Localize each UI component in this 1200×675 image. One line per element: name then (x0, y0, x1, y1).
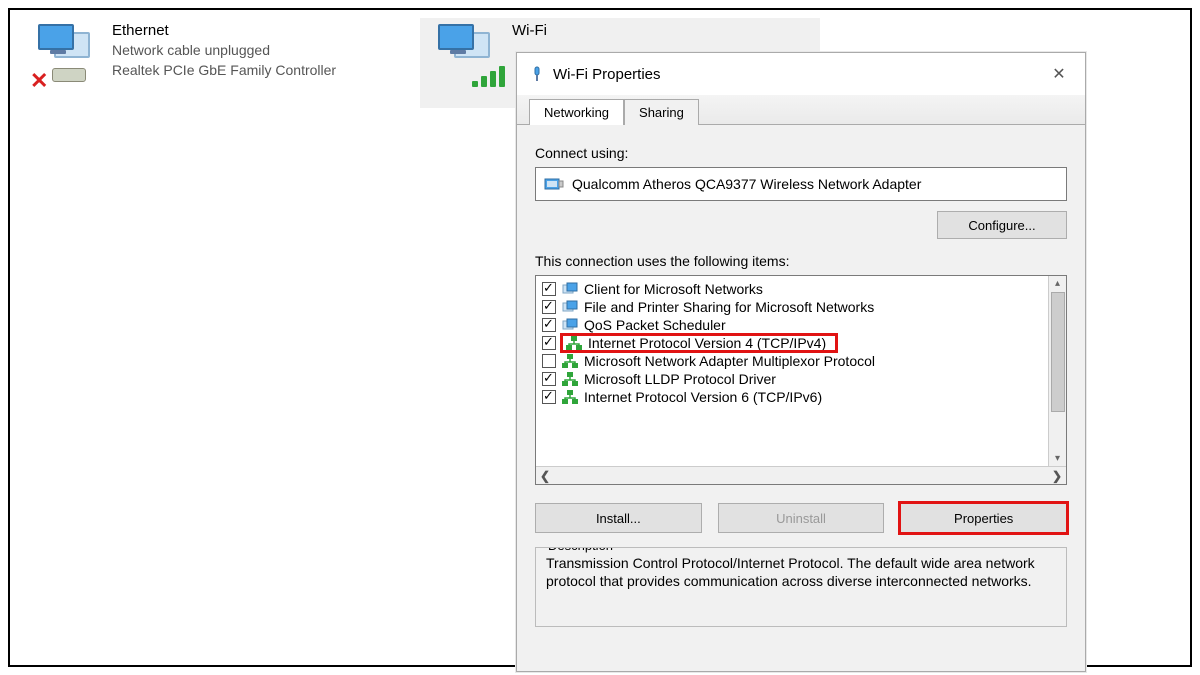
adapter-status: Network cable unplugged (112, 41, 336, 61)
connect-using-label: Connect using: (535, 145, 1067, 161)
wifi-icon (424, 20, 504, 80)
disconnected-icon: ✕ (30, 68, 48, 94)
ethernet-icon: ✕ (24, 20, 104, 80)
adapter-select-box[interactable]: Qualcomm Atheros QCA9377 Wireless Networ… (535, 167, 1067, 201)
tab-sharing[interactable]: Sharing (624, 99, 699, 125)
network-item[interactable]: QoS Packet Scheduler (538, 316, 1064, 334)
service-icon (562, 318, 578, 332)
close-button[interactable]: ✕ (1041, 61, 1077, 87)
item-label: QoS Packet Scheduler (584, 317, 732, 333)
item-label: File and Printer Sharing for Microsoft N… (584, 299, 880, 315)
dialog-tabs: Networking Sharing (517, 95, 1085, 125)
network-item[interactable]: Internet Protocol Version 4 (TCP/IPv4) (538, 334, 1064, 352)
scroll-left-icon: ❮ (540, 469, 550, 483)
configure-button[interactable]: Configure... (937, 211, 1067, 239)
item-label: Microsoft LLDP Protocol Driver (584, 371, 782, 387)
dialog-title: Wi-Fi Properties (553, 66, 1033, 83)
network-item[interactable]: Microsoft LLDP Protocol Driver (538, 370, 1064, 388)
protocol-icon (562, 354, 578, 368)
item-checkbox[interactable] (542, 318, 556, 332)
item-checkbox[interactable] (542, 300, 556, 314)
scroll-right-icon: ❯ (1052, 469, 1062, 483)
description-text: Transmission Control Protocol/Internet P… (546, 554, 1056, 590)
network-adapter-icon (529, 66, 545, 82)
protocol-icon (562, 372, 578, 386)
adapter-ethernet[interactable]: ✕ Ethernet Network cable unplugged Realt… (20, 18, 420, 82)
description-legend: Description (544, 547, 617, 553)
adapter-title: Ethernet (112, 20, 336, 41)
protocol-icon (566, 336, 582, 350)
vertical-scrollbar[interactable]: ▴ ▾ (1048, 276, 1066, 466)
signal-bars-icon (472, 66, 505, 87)
network-item[interactable]: Microsoft Network Adapter Multiplexor Pr… (538, 352, 1064, 370)
horizontal-scrollbar[interactable]: ❮ ❯ (536, 466, 1066, 484)
description-group: Description Transmission Control Protoco… (535, 547, 1067, 627)
network-item[interactable]: File and Printer Sharing for Microsoft N… (538, 298, 1064, 316)
item-checkbox[interactable] (542, 282, 556, 296)
network-item[interactable]: Client for Microsoft Networks (538, 280, 1064, 298)
item-label: Internet Protocol Version 4 (TCP/IPv4) (588, 335, 832, 351)
adapter-name: Qualcomm Atheros QCA9377 Wireless Networ… (572, 176, 921, 192)
item-label: Client for Microsoft Networks (584, 281, 769, 297)
adapter-card-icon (544, 175, 564, 193)
dialog-titlebar[interactable]: Wi-Fi Properties ✕ (517, 53, 1085, 95)
network-connections-window: ✕ Ethernet Network cable unplugged Realt… (8, 8, 1192, 667)
service-icon (562, 282, 578, 296)
install-button[interactable]: Install... (535, 503, 702, 533)
item-label: Microsoft Network Adapter Multiplexor Pr… (584, 353, 881, 369)
protocol-icon (562, 390, 578, 404)
item-checkbox[interactable] (542, 336, 556, 350)
adapter-title: Wi-Fi (512, 20, 547, 41)
service-icon (562, 300, 578, 314)
properties-button[interactable]: Properties (900, 503, 1067, 533)
scroll-down-icon: ▾ (1055, 453, 1060, 464)
uninstall-button: Uninstall (718, 503, 885, 533)
adapter-device: Realtek PCIe GbE Family Controller (112, 61, 336, 81)
items-label: This connection uses the following items… (535, 253, 1067, 269)
tab-networking[interactable]: Networking (529, 99, 624, 125)
network-items-listbox: Client for Microsoft Networks File and Pr… (535, 275, 1067, 485)
dialog-content: Connect using: Qualcomm Atheros QCA9377 … (517, 125, 1085, 671)
cable-icon (52, 68, 86, 82)
item-checkbox[interactable] (542, 390, 556, 404)
wifi-properties-dialog: Wi-Fi Properties ✕ Networking Sharing Co… (516, 52, 1086, 672)
scrollbar-thumb (1051, 292, 1065, 412)
network-item[interactable]: Internet Protocol Version 6 (TCP/IPv6) (538, 388, 1064, 406)
item-checkbox[interactable] (542, 354, 556, 368)
item-label: Internet Protocol Version 6 (TCP/IPv6) (584, 389, 828, 405)
item-checkbox[interactable] (542, 372, 556, 386)
scroll-up-icon: ▴ (1055, 278, 1060, 289)
